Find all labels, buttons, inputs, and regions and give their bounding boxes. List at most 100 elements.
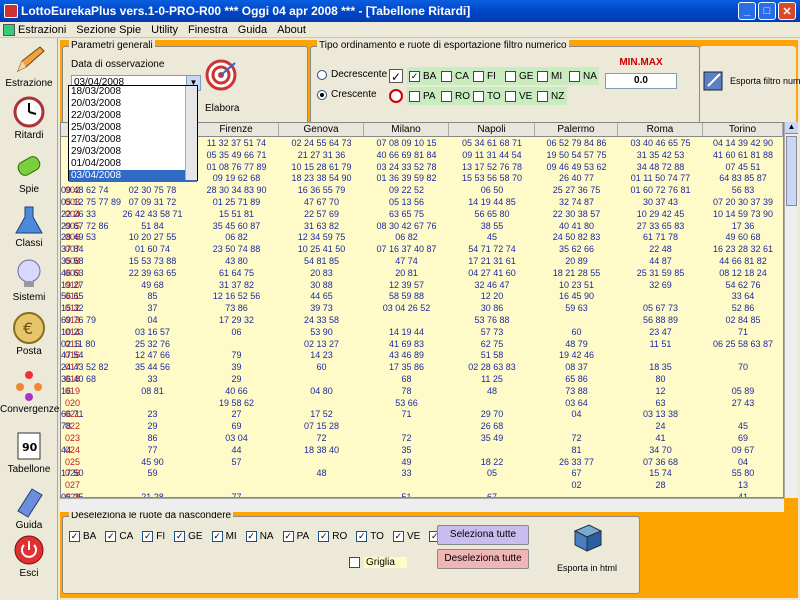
griglia-checkbox[interactable] <box>349 557 360 568</box>
table-vertical-scrollbar[interactable]: ▲ <box>784 122 798 498</box>
dropdown-scrollbar[interactable] <box>185 86 197 180</box>
wheel-checkbox[interactable]: ✓ <box>211 531 223 542</box>
menu-sezione-spie[interactable]: Sezione Spie <box>76 24 141 36</box>
sidebar-item-classi[interactable]: Classi <box>0 202 58 249</box>
wheel-checkbox[interactable]: ✓ <box>69 531 80 542</box>
hide-wheel-ca[interactable]: ✓ CA <box>105 531 133 542</box>
deselect-all-button[interactable]: Deseleziona tutte <box>437 549 529 569</box>
export-filter-icon[interactable] <box>702 68 726 92</box>
column-header[interactable]: Torino <box>703 123 783 137</box>
wheel-checkbox[interactable]: ✓ <box>245 531 257 542</box>
hide-wheel-ve[interactable]: ✓ VE <box>392 531 420 542</box>
date-option[interactable]: 20/03/2008 <box>69 98 197 110</box>
wheel-checkbox[interactable] <box>505 70 516 82</box>
close-button[interactable]: ✕ <box>778 2 796 20</box>
wheel-checkbox[interactable] <box>505 90 516 102</box>
hide-wheel-mi[interactable]: ✓ MI <box>211 531 237 542</box>
sidebar-item-guida[interactable]: Guida <box>0 484 58 531</box>
wheel-checkbox[interactable]: ✓ <box>282 531 294 542</box>
export-wheel-nz[interactable]: NZ <box>535 90 567 102</box>
wheel-checkbox[interactable] <box>409 90 420 102</box>
export-wheel-to[interactable]: TO <box>471 90 503 102</box>
radio-circle[interactable] <box>317 89 327 100</box>
html-export-label[interactable]: Esporta in html <box>557 563 617 573</box>
maximize-button[interactable]: □ <box>758 2 776 20</box>
table-horizontal-scrollbar[interactable] <box>60 498 784 512</box>
target-icon[interactable] <box>205 59 237 91</box>
sidebar-item-ritardi[interactable]: Ritardi <box>0 94 58 141</box>
export-wheel-ro[interactable]: RO <box>439 90 471 102</box>
sidebar-item-sistemi[interactable]: Sistemi <box>0 256 58 303</box>
menu-app-icon[interactable] <box>3 23 15 36</box>
menu-estrazioni[interactable]: Estrazioni <box>18 24 66 36</box>
export-wheel-ge[interactable]: GE <box>503 70 535 82</box>
wheel-checkbox[interactable] <box>441 90 452 102</box>
select-all-button[interactable]: Seleziona tutte <box>437 525 529 545</box>
menu-about[interactable]: About <box>277 24 306 36</box>
no-entry-icon[interactable] <box>389 89 403 103</box>
column-header[interactable]: Napoli <box>449 123 535 137</box>
wheel-checkbox[interactable] <box>441 70 452 82</box>
scroll-up-icon[interactable]: ▲ <box>785 122 798 134</box>
export-wheel-fi[interactable]: FI <box>471 70 503 82</box>
hide-wheel-ba[interactable]: ✓ BA <box>69 531 96 542</box>
hide-wheel-na[interactable]: ✓ NA <box>245 531 274 542</box>
date-option[interactable]: 18/03/2008 <box>69 86 197 98</box>
sidebar-item-spie[interactable]: Spie <box>0 148 58 195</box>
export-wheel-mi[interactable]: MI <box>535 70 567 82</box>
export-wheel-ba[interactable]: ✓ BA <box>407 70 439 82</box>
griglia-toggle[interactable]: Griglia <box>349 557 407 568</box>
column-header[interactable]: Palermo <box>535 123 618 137</box>
radio-crescente[interactable]: Crescente <box>317 89 377 100</box>
column-header[interactable]: Milano <box>364 123 449 137</box>
wheel-checkbox[interactable]: ✓ <box>105 531 117 542</box>
hide-wheel-ge[interactable]: ✓ GE <box>174 531 203 542</box>
date-option[interactable]: 22/03/2008 <box>69 110 197 122</box>
date-option[interactable]: 27/03/2008 <box>69 134 197 146</box>
hide-wheel-pa[interactable]: ✓ PA <box>282 531 309 542</box>
export-wheel-na[interactable]: NA <box>567 70 599 82</box>
sidebar-item-esci[interactable]: Esci <box>0 532 58 579</box>
wheel-checkbox[interactable]: ✓ <box>142 531 154 542</box>
date-dropdown-list[interactable]: 18/03/2008 20/03/2008 22/03/2008 25/03/2008… <box>68 85 198 182</box>
wheel-checkbox[interactable] <box>473 70 484 82</box>
wheel-checkbox[interactable]: ✓ <box>318 531 330 542</box>
menu-utility[interactable]: Utility <box>151 24 178 36</box>
column-header[interactable]: Roma <box>618 123 703 137</box>
wheel-checkbox[interactable] <box>569 70 580 82</box>
date-option[interactable]: 25/03/2008 <box>69 122 197 134</box>
date-option[interactable]: 01/04/2008 <box>69 158 197 170</box>
html-export-icon[interactable] <box>573 523 603 553</box>
date-option[interactable]: 29/03/2008 <box>69 146 197 158</box>
sidebar-item-convergenze[interactable]: Convergenze <box>0 368 60 415</box>
sidebar-label: Convergenze <box>0 404 60 415</box>
hide-wheel-to[interactable]: ✓ TO <box>356 531 384 542</box>
wheel-checkbox[interactable] <box>537 90 548 102</box>
wheel-checkbox[interactable] <box>537 70 548 82</box>
menu-guida[interactable]: Guida <box>238 24 267 36</box>
column-header[interactable]: Genova <box>279 123 364 137</box>
wheel-checkbox[interactable] <box>473 90 484 102</box>
wheel-checkbox[interactable]: ✓ <box>174 531 186 542</box>
hide-wheel-ro[interactable]: ✓ RO <box>318 531 347 542</box>
column-header[interactable]: Firenze <box>194 123 279 137</box>
sidebar-item-tabellone[interactable]: 90 Tabellone <box>0 428 58 475</box>
date-option[interactable]: 03/04/2008 <box>69 170 197 182</box>
export-filter-label[interactable]: Esporta filtro numerico <box>730 76 800 86</box>
hide-wheel-fi[interactable]: ✓ FI <box>142 531 165 542</box>
scroll-thumb[interactable] <box>786 136 797 206</box>
radio-circle[interactable] <box>317 69 327 80</box>
export-wheel-pa[interactable]: PA <box>407 90 439 102</box>
wheel-checkbox[interactable]: ✓ <box>392 531 404 542</box>
check-all-icon[interactable]: ✓ <box>389 69 403 84</box>
elabora-label[interactable]: Elabora <box>205 103 239 114</box>
wheel-checkbox[interactable]: ✓ <box>409 70 420 82</box>
wheel-checkbox[interactable]: ✓ <box>356 531 368 542</box>
radio-decrescente[interactable]: Decrescente <box>317 69 387 80</box>
export-wheel-ca[interactable]: CA <box>439 70 471 82</box>
export-wheel-ve[interactable]: VE <box>503 90 535 102</box>
minimize-button[interactable]: _ <box>738 2 756 20</box>
sidebar-item-posta[interactable]: € Posta <box>0 310 58 357</box>
menu-finestra[interactable]: Finestra <box>188 24 228 36</box>
sidebar-item-estrazione[interactable]: Estrazione <box>0 42 58 89</box>
